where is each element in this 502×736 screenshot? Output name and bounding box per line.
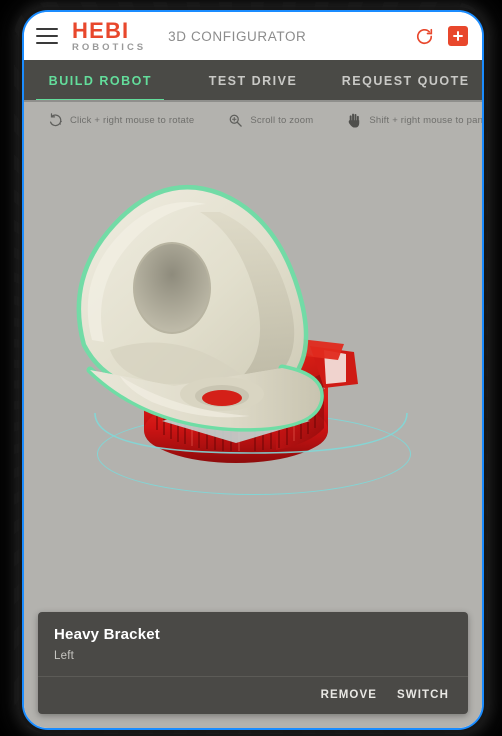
- heavy-bracket-part[interactable]: [76, 185, 324, 432]
- hand-pan-icon: [347, 112, 362, 128]
- tab-request-quote-label: REQUEST QUOTE: [341, 74, 470, 88]
- refresh-icon[interactable]: [415, 27, 434, 46]
- component-actions: REMOVE SWITCH: [38, 677, 468, 714]
- zoom-in-magnifier-icon: [228, 113, 243, 128]
- viewport-hints-bar: Click + right mouse to rotate Scroll to …: [24, 102, 482, 138]
- brand-name: HEBI: [72, 17, 130, 43]
- hint-pan: Shift + right mouse to pan: [347, 112, 484, 128]
- add-component-button[interactable]: [448, 26, 468, 46]
- hint-pan-label: Shift + right mouse to pan: [369, 114, 484, 126]
- top-bar: HEBI ROBOTICS 3D CONFIGURATOR: [24, 12, 482, 60]
- component-name: Heavy Bracket: [54, 626, 161, 643]
- component-info-card: Heavy Bracket Left REMOVE SWITCH: [38, 612, 468, 714]
- tab-test-drive-label: TEST DRIVE: [208, 74, 298, 88]
- tab-baseline: [24, 100, 482, 102]
- remove-button[interactable]: REMOVE: [320, 687, 378, 703]
- component-info-body: Heavy Bracket Left: [38, 612, 468, 676]
- app-window: HEBI ROBOTICS 3D CONFIGURATOR BUILD ROBO…: [22, 10, 484, 730]
- 3d-viewport[interactable]: Heavy Bracket Left REMOVE SWITCH: [24, 138, 482, 728]
- rotate-icon: [48, 112, 63, 128]
- brand-logo: HEBI ROBOTICS: [72, 17, 147, 53]
- tab-build-robot[interactable]: BUILD ROBOT: [24, 60, 177, 102]
- component-variant: Left: [54, 650, 74, 662]
- page-title: 3D CONFIGURATOR: [168, 28, 307, 44]
- hint-rotate-label: Click + right mouse to rotate: [70, 114, 195, 126]
- tab-request-quote[interactable]: REQUEST QUOTE: [329, 60, 482, 102]
- hint-zoom-label: Scroll to zoom: [250, 114, 314, 126]
- bracket-base-hole-interior: [202, 390, 242, 406]
- tab-test-drive[interactable]: TEST DRIVE: [177, 60, 330, 102]
- top-bar-actions: [415, 26, 468, 46]
- screen-root: HEBI ROBOTICS 3D CONFIGURATOR BUILD ROBO…: [0, 0, 502, 736]
- brand-tagline: ROBOTICS: [72, 41, 147, 53]
- robot-assembly-model[interactable]: [24, 138, 478, 638]
- switch-button[interactable]: SWITCH: [396, 687, 450, 703]
- hint-zoom: Scroll to zoom: [228, 113, 313, 128]
- tab-build-robot-label: BUILD ROBOT: [48, 74, 152, 88]
- tab-bar: BUILD ROBOT TEST DRIVE REQUEST QUOTE: [24, 60, 482, 102]
- hamburger-menu-icon[interactable]: [36, 28, 58, 44]
- hint-rotate: Click + right mouse to rotate: [48, 112, 195, 128]
